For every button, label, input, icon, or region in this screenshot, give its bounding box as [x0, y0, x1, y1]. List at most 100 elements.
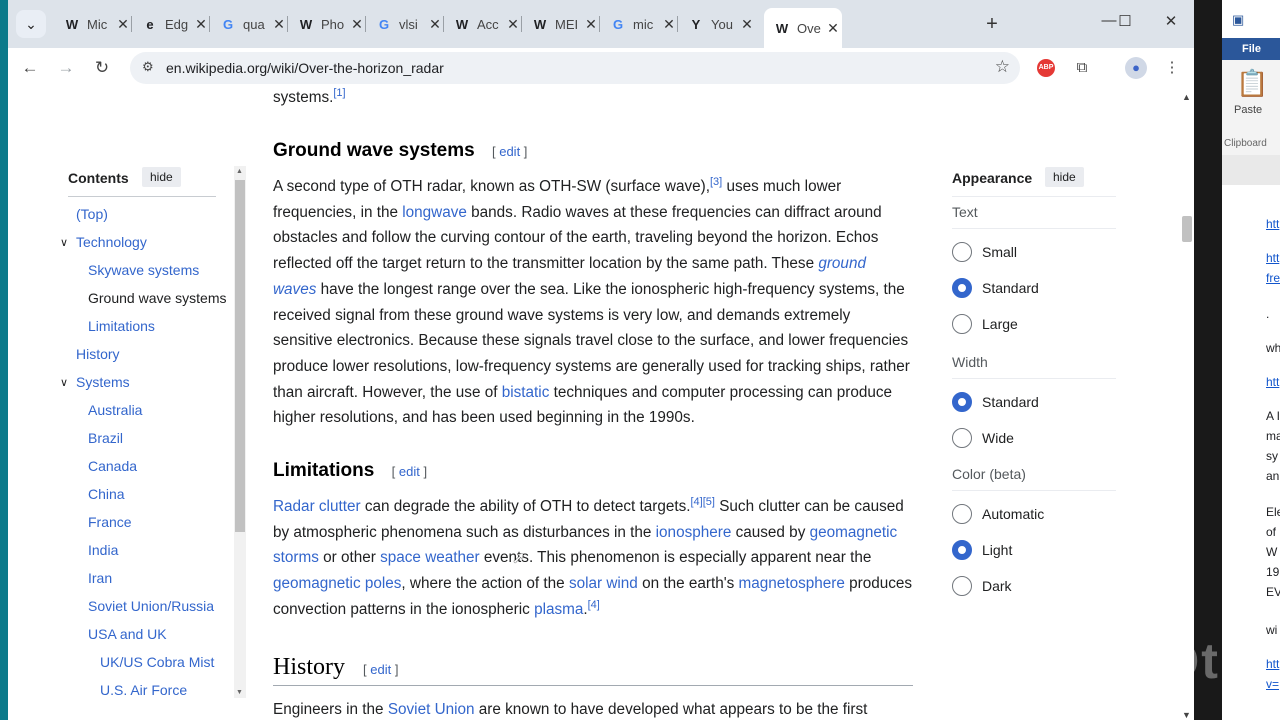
close-tab-icon[interactable]: ✕ [114, 16, 132, 33]
appearance-radio-option[interactable]: Large [952, 314, 1018, 334]
toc-item-label[interactable]: China [88, 486, 125, 502]
scroll-up-icon[interactable]: ▲ [1182, 92, 1191, 102]
wiki-link[interactable]: Radar clutter [273, 498, 361, 515]
radio-label[interactable]: Automatic [982, 506, 1044, 522]
close-tab-icon[interactable]: ✕ [660, 16, 678, 33]
radio-label[interactable]: Standard [982, 394, 1039, 410]
maximize-icon[interactable]: ☐ [1110, 12, 1140, 30]
close-tab-icon[interactable]: ✕ [348, 16, 366, 33]
new-tab-button[interactable]: + [978, 10, 1006, 38]
toc-hide-button[interactable]: hide [142, 167, 181, 187]
appearance-radio-option[interactable]: Light [952, 540, 1012, 560]
close-tab-icon[interactable]: ✕ [426, 16, 444, 33]
wiki-link[interactable]: bistatic [502, 384, 550, 401]
toc-item[interactable]: France [88, 514, 132, 530]
radio-button[interactable] [952, 504, 972, 524]
tab-search-button[interactable]: ⌄ [16, 10, 46, 38]
browser-tab[interactable]: Gvlsi ✕ [366, 8, 444, 40]
edit-link[interactable]: [ edit ] [492, 144, 527, 159]
radio-button[interactable] [952, 576, 972, 596]
toc-item-label[interactable]: Skywave systems [88, 262, 199, 278]
toc-item[interactable]: (Top) [76, 206, 108, 222]
tab-title[interactable]: MEI [555, 17, 582, 32]
browser-tab[interactable]: W Pho ✕ [288, 8, 366, 40]
browser-tab[interactable]: W MEI ✕ [522, 8, 600, 40]
tab-title[interactable]: qua [243, 17, 270, 32]
citation-link[interactable]: [3] [710, 176, 722, 188]
tab-title[interactable]: Mic [87, 17, 114, 32]
wiki-link[interactable]: magnetosphere [739, 575, 845, 592]
close-tab-icon[interactable]: ✕ [582, 16, 600, 33]
reload-icon[interactable]: ↻ [88, 56, 116, 80]
radio-button[interactable] [952, 242, 972, 262]
forward-icon[interactable]: → [52, 56, 80, 80]
appearance-hide-button[interactable]: hide [1045, 167, 1084, 187]
chevron-down-icon[interactable]: ∨ [60, 376, 68, 389]
toc-item-label[interactable]: Limitations [88, 318, 155, 334]
toc-item-label[interactable]: Ground wave systems [88, 290, 227, 306]
close-window-icon[interactable]: ✕ [1156, 12, 1186, 30]
page-scrollbar[interactable]: ▲ ▼ [1178, 88, 1194, 720]
citation-link[interactable]: [4] [588, 599, 600, 611]
radio-button[interactable] [952, 540, 972, 560]
toc-item-label[interactable]: U.S. Air Force [100, 682, 187, 698]
toc-item[interactable]: History [76, 346, 120, 362]
scroll-down-icon[interactable]: ▼ [1182, 710, 1191, 720]
wiki-link[interactable]: space weather [380, 549, 480, 566]
tab-title[interactable]: Acc [477, 17, 504, 32]
wiki-link[interactable]: geomagnetic poles [273, 575, 401, 592]
browser-tab[interactable]: Y You ✕ [678, 8, 756, 40]
toc-item[interactable]: USA and UK [88, 626, 167, 642]
toc-item-label[interactable]: Systems [76, 374, 130, 390]
browser-tab[interactable]: W Mic ✕ [54, 8, 132, 40]
toc-item[interactable]: Canada [88, 458, 137, 474]
appearance-radio-option[interactable]: Standard [952, 392, 1039, 412]
save-icon[interactable]: ▣ [1232, 12, 1244, 28]
tab-title[interactable]: You [711, 17, 738, 32]
close-tab-icon[interactable]: ✕ [192, 16, 210, 33]
toc-item-label[interactable]: India [88, 542, 118, 558]
toc-item[interactable]: Brazil [88, 430, 123, 446]
toc-item-label[interactable]: Technology [76, 234, 147, 250]
toc-item[interactable]: Iran [88, 570, 112, 586]
extensions-icon[interactable]: ⧉ [1070, 56, 1094, 80]
toc-item-label[interactable]: France [88, 514, 132, 530]
toc-item-label[interactable]: Canada [88, 458, 137, 474]
radio-label[interactable]: Light [982, 542, 1012, 558]
browser-tab[interactable]: Gqua ✕ [210, 8, 288, 40]
tab-title[interactable]: mic [633, 17, 660, 32]
toc-item[interactable]: UK/US Cobra Mist [100, 654, 214, 670]
appearance-radio-option[interactable]: Small [952, 242, 1017, 262]
chevron-down-icon[interactable]: ∨ [60, 236, 68, 249]
radio-button[interactable] [952, 314, 972, 334]
radio-button[interactable] [952, 278, 972, 298]
word-file-tab[interactable]: File [1222, 38, 1280, 60]
wiki-link[interactable]: longwave [402, 204, 467, 221]
tab-title[interactable]: vlsi [399, 17, 426, 32]
radio-label[interactable]: Large [982, 316, 1018, 332]
url-text[interactable]: en.wikipedia.org/wiki/Over-the-horizon_r… [166, 60, 444, 76]
radio-label[interactable]: Small [982, 244, 1017, 260]
toc-item[interactable]: U.S. Air Force [100, 682, 187, 698]
toc-item-label[interactable]: History [76, 346, 120, 362]
browser-tab[interactable]: Gmic ✕ [600, 8, 678, 40]
toc-item[interactable]: ∨ Systems [60, 374, 130, 390]
wiki-link[interactable]: plasma [534, 601, 583, 618]
toc-item[interactable]: Limitations [88, 318, 155, 334]
radio-label[interactable]: Standard [982, 280, 1039, 296]
appearance-radio-option[interactable]: Automatic [952, 504, 1044, 524]
toc-scroll-thumb[interactable] [235, 180, 245, 532]
radio-button[interactable] [952, 428, 972, 448]
edit-link[interactable]: [ edit ] [392, 464, 427, 479]
citation-link[interactable]: [1] [333, 88, 345, 99]
back-icon[interactable]: ← [16, 56, 44, 80]
radio-label[interactable]: Dark [982, 578, 1012, 594]
browser-tab[interactable]: W Acc ✕ [444, 8, 522, 40]
scroll-up-icon[interactable]: ▲ [236, 168, 243, 175]
wiki-link[interactable]: Soviet Union [388, 701, 475, 718]
site-info-icon[interactable]: ⚙ [142, 59, 154, 75]
profile-avatar-icon[interactable]: ● [1125, 57, 1147, 79]
browser-menu-icon[interactable]: ⋮ [1160, 56, 1184, 80]
toc-item[interactable]: Australia [88, 402, 142, 418]
close-tab-icon[interactable]: ✕ [824, 20, 842, 37]
